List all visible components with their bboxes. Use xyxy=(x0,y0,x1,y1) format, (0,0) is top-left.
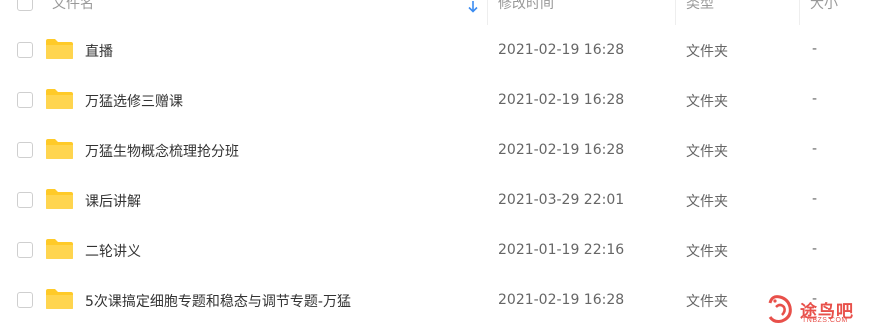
modified-time: 2021-02-19 16:28 xyxy=(498,42,625,58)
file-type: 文件夹 xyxy=(686,294,728,310)
column-header-name-label: 文件名 xyxy=(52,0,94,12)
row-checkbox[interactable] xyxy=(17,292,33,308)
file-name-link[interactable]: 5次课搞定细胞专题和稳态与调节专题-万猛 xyxy=(85,291,351,311)
file-type: 文件夹 xyxy=(686,144,728,160)
file-name-link[interactable]: 课后讲解 xyxy=(85,191,141,211)
column-header-type-label: 类型 xyxy=(686,0,714,12)
row-checkbox[interactable] xyxy=(17,142,33,158)
file-name-link[interactable]: 万猛生物概念梳理抢分班 xyxy=(85,141,239,161)
file-list-table: 文件名 修改时间 类型 大小 直播 2021-02-19 16:28 文件夹 - xyxy=(0,0,869,331)
file-type: 文件夹 xyxy=(686,194,728,210)
file-size: - xyxy=(812,191,818,207)
row-checkbox[interactable] xyxy=(17,92,33,108)
table-row[interactable]: 直播 2021-02-19 16:28 文件夹 - xyxy=(0,25,869,75)
folder-icon xyxy=(46,289,73,309)
table-row[interactable]: 万猛生物概念梳理抢分班 2021-02-19 16:28 文件夹 - xyxy=(0,125,869,175)
row-checkbox[interactable] xyxy=(17,192,33,208)
site-watermark: 途鸟吧 TNBZS.COM xyxy=(766,293,866,329)
table-row[interactable]: 万猛选修三赠课 2021-02-19 16:28 文件夹 - xyxy=(0,75,869,125)
file-name-link[interactable]: 二轮讲义 xyxy=(85,241,141,261)
sort-down-arrow-icon[interactable] xyxy=(467,0,479,14)
file-name-link[interactable]: 直播 xyxy=(85,41,113,61)
file-size: - xyxy=(812,141,818,157)
modified-time: 2021-02-19 16:28 xyxy=(498,142,625,158)
row-checkbox[interactable] xyxy=(17,42,33,58)
folder-icon xyxy=(46,139,73,159)
folder-icon xyxy=(46,189,73,209)
file-size: - xyxy=(812,91,818,107)
table-row[interactable]: 课后讲解 2021-03-29 22:01 文件夹 - xyxy=(0,175,869,225)
modified-time: 2021-02-19 16:28 xyxy=(498,92,625,108)
bird-logo-icon xyxy=(768,295,792,323)
modified-time: 2021-02-19 16:28 xyxy=(498,292,625,308)
column-header-modified-label: 修改时间 xyxy=(498,0,554,12)
column-header-name[interactable]: 文件名 xyxy=(0,0,487,25)
file-type: 文件夹 xyxy=(686,94,728,110)
column-header-type[interactable]: 类型 xyxy=(676,0,799,25)
table-header: 文件名 修改时间 类型 大小 xyxy=(0,0,869,25)
file-type: 文件夹 xyxy=(686,44,728,60)
table-row[interactable]: 二轮讲义 2021-01-19 22:16 文件夹 - xyxy=(0,225,869,275)
modified-time: 2021-01-19 22:16 xyxy=(498,242,625,258)
select-all-checkbox[interactable] xyxy=(17,0,33,11)
table-row[interactable]: 5次课搞定细胞专题和稳态与调节专题-万猛 2021-02-19 16:28 文件… xyxy=(0,275,869,325)
file-type: 文件夹 xyxy=(686,244,728,260)
file-name-link[interactable]: 万猛选修三赠课 xyxy=(85,91,183,111)
row-checkbox[interactable] xyxy=(17,242,33,258)
column-header-modified[interactable]: 修改时间 xyxy=(488,0,675,25)
column-header-size-label: 大小 xyxy=(810,0,838,12)
folder-icon xyxy=(46,239,73,259)
modified-time: 2021-03-29 22:01 xyxy=(498,192,625,208)
file-size: - xyxy=(812,241,818,257)
folder-icon xyxy=(46,39,73,59)
folder-icon xyxy=(46,89,73,109)
file-size: - xyxy=(812,41,818,57)
column-header-size[interactable]: 大小 xyxy=(800,0,869,25)
watermark-domain: TNBZS.COM xyxy=(802,317,848,324)
